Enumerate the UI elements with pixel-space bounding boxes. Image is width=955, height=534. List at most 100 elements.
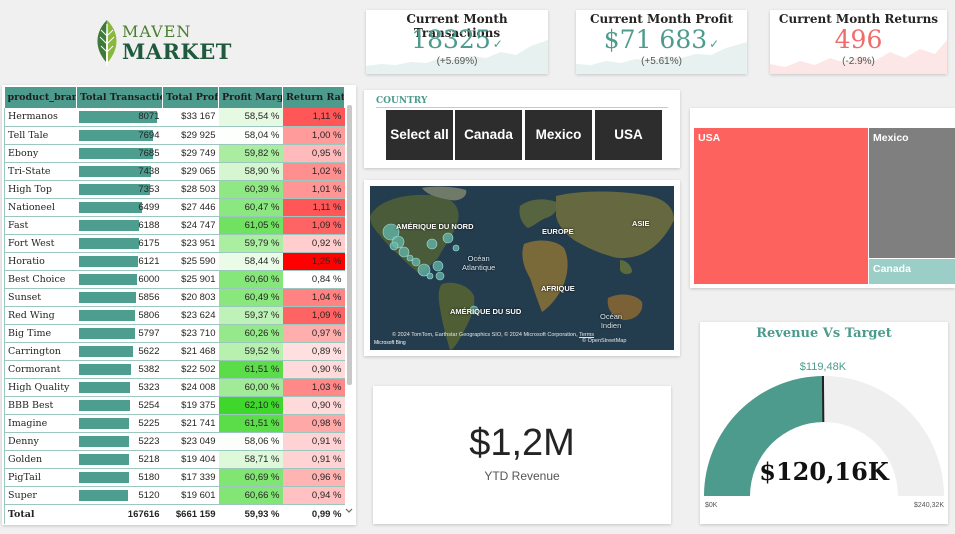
maven-market-logo: MAVEN MARKET [92, 16, 242, 68]
cell-brand: Ebony [4, 144, 77, 163]
cell-brand: Red Wing [4, 306, 77, 325]
slicer-divider [376, 107, 668, 108]
table-row[interactable]: Ebony 7685 $29 749 59,82 % 0,95 % [4, 144, 345, 163]
table-row[interactable]: Cormorant 5382 $22 502 61,51 % 0,90 % [4, 360, 345, 379]
kpi-card-transactions[interactable]: Current Month Transactions 18325 ✓ (+5.69… [366, 10, 548, 74]
column-header-return-rate[interactable]: Return Rate [282, 87, 345, 108]
table-row[interactable]: Denny 5223 $23 049 58,06 % 0,91 % [4, 432, 345, 451]
column-header-margin[interactable]: Profit Margin [218, 87, 283, 108]
data-bar [78, 273, 137, 285]
revenue-target-gauge[interactable]: Revenue Vs Target $119,48K $120,16K $0K … [700, 322, 948, 524]
kpi-title: Current Month Returns [778, 12, 939, 26]
cell-transactions-text: 5323 [138, 381, 160, 393]
cell-profit: $23 710 [162, 324, 219, 343]
ocean-word: Océan [600, 312, 623, 321]
map-credit-osm[interactable]: © OpenStreetMap [582, 338, 626, 344]
column-header-transactions[interactable]: Total Transactions [76, 87, 163, 108]
cell-return-rate: 1,11 % [282, 108, 345, 127]
table-row[interactable]: BBB Best 5254 $19 375 62,10 % 0,90 % [4, 396, 345, 415]
cell-profit: $21 741 [162, 414, 219, 433]
table-row[interactable]: Golden 5218 $19 404 58,71 % 0,91 % [4, 450, 345, 469]
data-bar [78, 291, 136, 303]
slicer-header: COUNTRY [376, 96, 428, 106]
cell-margin: 59,79 % [218, 234, 283, 253]
data-bar [78, 219, 139, 231]
cell-return-rate: 0,89 % [282, 342, 345, 361]
ytd-revenue-card[interactable]: $1,2M YTD Revenue [373, 386, 671, 524]
slicer-option-canada[interactable]: Canada [455, 110, 522, 160]
table-row[interactable]: Carrington 5622 $21 468 59,52 % 0,89 % [4, 342, 345, 361]
table-row[interactable]: High Quality 5323 $24 008 60,00 % 1,03 % [4, 378, 345, 397]
table-row[interactable]: High Top 7353 $28 503 60,39 % 1,01 % [4, 180, 345, 199]
gauge-value-label: $120,16K [759, 457, 890, 486]
cell-transactions-text: 6188 [138, 219, 160, 231]
data-bar [78, 417, 129, 429]
cell-brand: Nationeel [4, 198, 77, 217]
total-label: Total [4, 503, 77, 524]
scroll-down-icon[interactable] [345, 507, 353, 515]
data-bar [78, 345, 133, 357]
data-bar [78, 453, 129, 465]
total-transactions: 167616 [76, 503, 163, 524]
cell-return-rate: 0,84 % [282, 270, 345, 289]
table-row[interactable]: Fast 6188 $24 747 61,05 % 1,09 % [4, 216, 345, 235]
table-scrollbar[interactable] [345, 87, 353, 513]
cell-profit: $29 749 [162, 144, 219, 163]
trend-check-icon: ✓ [492, 37, 503, 51]
table-row[interactable]: Red Wing 5806 $23 624 59,37 % 1,09 % [4, 306, 345, 325]
table-row[interactable]: Nationeel 6499 $27 446 60,47 % 1,11 % [4, 198, 345, 217]
cell-transactions: 6121 [76, 252, 163, 271]
cell-transactions: 5856 [76, 288, 163, 307]
table-row[interactable]: Imagine 5225 $21 741 61,51 % 0,98 % [4, 414, 345, 433]
kpi-card-profit[interactable]: Current Month Profit $71 683 ✓ (+5.61%) [576, 10, 747, 74]
column-header-profit[interactable]: Total Profit [162, 87, 219, 108]
cell-transactions: 7438 [76, 162, 163, 181]
cell-profit: $24 747 [162, 216, 219, 235]
cell-brand: Fort West [4, 234, 77, 253]
cell-transactions: 7685 [76, 144, 163, 163]
table-row[interactable]: Best Choice 6000 $25 901 60,60 % 0,84 % [4, 270, 345, 289]
table-row[interactable]: Super 5120 $19 601 60,66 % 0,94 % [4, 486, 345, 505]
cell-brand: Horatio [4, 252, 77, 271]
gauge-target-label: $119,48K [800, 361, 847, 373]
gauge-max-label: $240,32K [914, 502, 944, 509]
cell-brand: Denny [4, 432, 77, 451]
map-label-asia: ASIE [632, 219, 650, 228]
treemap-tile-mexico[interactable]: Mexico [869, 128, 955, 258]
table-row[interactable]: Horatio 6121 $25 590 58,44 % 1,25 % [4, 252, 345, 271]
treemap-tile-canada[interactable]: Canada [869, 259, 955, 284]
cell-brand: Golden [4, 450, 77, 469]
ocean-name: Atlantique [462, 263, 496, 272]
cell-transactions-text: 8071 [138, 111, 160, 123]
data-bar [78, 327, 135, 339]
cell-margin: 61,05 % [218, 216, 283, 235]
column-header-brand[interactable]: product_brand [4, 87, 77, 108]
kpi-value: 18325 ✓ [411, 25, 503, 54]
scrollbar-thumb[interactable] [347, 105, 352, 385]
kpi-card-returns[interactable]: Current Month Returns 496 (-2.9%) [770, 10, 947, 74]
slicer-option-usa[interactable]: USA [595, 110, 662, 160]
treemap-tile-usa[interactable]: USA [694, 128, 868, 284]
cell-transactions: 5323 [76, 378, 163, 397]
world-map[interactable]: AMÉRIQUE DU NORD EUROPE ASIE AFRIQUE AMÉ… [370, 186, 674, 350]
cell-transactions: 6000 [76, 270, 163, 289]
brand-performance-table[interactable]: product_brand Total Transactions Total P… [2, 85, 356, 525]
cell-brand: Tri-State [4, 162, 77, 181]
cell-brand: Carrington [4, 342, 77, 361]
cell-return-rate: 0,94 % [282, 486, 345, 505]
table-row[interactable]: Tri-State 7438 $29 065 58,90 % 1,02 % [4, 162, 345, 181]
table-row[interactable]: PigTail 5180 $17 339 60,69 % 0,96 % [4, 468, 345, 487]
cell-profit: $28 503 [162, 180, 219, 199]
map-label-indian: Océan Indien [600, 312, 622, 330]
table-row[interactable]: Fort West 6175 $23 951 59,79 % 0,92 % [4, 234, 345, 253]
table-row[interactable]: Big Time 5797 $23 710 60,26 % 0,97 % [4, 324, 345, 343]
slicer-option-select-all[interactable]: Select all [386, 110, 453, 160]
cell-transactions-text: 7694 [138, 129, 160, 141]
cell-return-rate: 1,04 % [282, 288, 345, 307]
cell-transactions-text: 5806 [138, 309, 160, 321]
table-row[interactable]: Sunset 5856 $20 803 60,49 % 1,04 % [4, 288, 345, 307]
table-row[interactable]: Hermanos 8071 $33 167 58,54 % 1,11 % [4, 108, 345, 127]
data-bar [78, 255, 138, 267]
table-row[interactable]: Tell Tale 7694 $29 925 58,04 % 1,00 % [4, 126, 345, 145]
slicer-option-mexico[interactable]: Mexico [525, 110, 592, 160]
